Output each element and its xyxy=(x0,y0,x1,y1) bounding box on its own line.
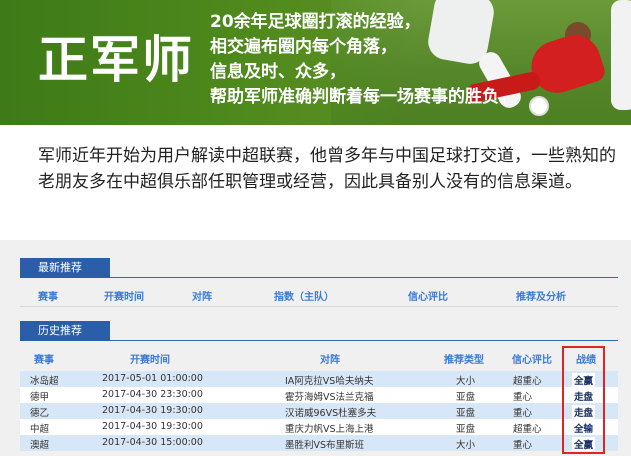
cell-type: 亚盘 xyxy=(456,408,476,419)
col-league: 赛事 xyxy=(34,355,54,366)
banner-tagline: 20余年足球圈打滚的经验， 相交遍布圈内每个角落， 信息及时、众多， 帮助军师准… xyxy=(210,10,516,110)
latest-table-header: 赛事 开赛时间 对阵 指数（主队） 信心评比 推荐及分析 xyxy=(20,284,618,304)
col-time: 开赛时间 xyxy=(104,292,144,303)
cell-confidence: 超重心 xyxy=(513,376,542,387)
cell-type: 亚盘 xyxy=(456,392,476,403)
cell-match[interactable]: IA阿克拉VS哈夫纳夫 xyxy=(285,373,373,387)
cell-time: 2017-04-30 19:30:00 xyxy=(102,405,203,416)
col-confidence: 信心评比 xyxy=(408,292,448,303)
cell-confidence: 超重心 xyxy=(513,424,542,435)
intro-panel: 军师近年开始为用户解读中超联赛，他曾多年与中国足球打交道，一些熟知的老朋友多在中… xyxy=(0,125,631,240)
col-time: 开赛时间 xyxy=(130,355,170,366)
cell-league: 冰岛超 xyxy=(30,376,59,387)
col-index: 指数（主队） xyxy=(274,292,334,303)
cell-time: 2017-04-30 19:30:00 xyxy=(102,421,203,432)
cell-match[interactable]: 墨胜利VS布里斯班 xyxy=(285,437,364,451)
cell-confidence: 重心 xyxy=(513,408,533,419)
col-analysis: 推荐及分析 xyxy=(516,292,566,303)
result-highlight-box xyxy=(562,346,605,454)
tab-history[interactable]: 历史推荐 xyxy=(20,321,110,341)
cell-time: 2017-04-30 15:00:00 xyxy=(102,437,203,448)
cell-match[interactable]: 重庆力帆VS上海上港 xyxy=(285,421,374,435)
tagline-line: 帮助军师准确判断着每一场赛事的胜负。 xyxy=(210,87,516,107)
cell-match[interactable]: 汉诺威96VS杜塞多夫 xyxy=(285,405,376,419)
history-section-header: 历史推荐 xyxy=(20,321,618,341)
cell-match[interactable]: 霍芬海姆VS法兰克福 xyxy=(285,389,374,403)
col-confidence: 信心评比 xyxy=(512,355,552,366)
tab-latest[interactable]: 最新推荐 xyxy=(20,258,110,278)
cell-league: 德乙 xyxy=(30,408,50,419)
cell-type: 亚盘 xyxy=(456,424,476,435)
table-row[interactable]: 德乙 2017-04-30 19:30:00 汉诺威96VS杜塞多夫 亚盘 重心… xyxy=(20,403,618,419)
intro-text: 军师近年开始为用户解读中超联赛，他曾多年与中国足球打交道，一些熟知的老朋友多在中… xyxy=(38,146,616,192)
col-match: 对阵 xyxy=(192,292,212,303)
cell-type: 大小 xyxy=(456,440,476,451)
cell-confidence: 重心 xyxy=(513,392,533,403)
cell-league: 中超 xyxy=(30,424,50,435)
tagline-line: 20余年足球圈打滚的经验， xyxy=(210,12,421,32)
player-red-figure xyxy=(524,28,608,100)
player-right-figure xyxy=(611,0,631,110)
banner-title: 正军师 xyxy=(38,31,194,89)
table-row[interactable]: 中超 2017-04-30 19:30:00 重庆力帆VS上海上港 亚盘 超重心… xyxy=(20,419,618,435)
table-row[interactable]: 冰岛超 2017-05-01 01:00:00 IA阿克拉VS哈夫纳夫 大小 超… xyxy=(20,371,618,387)
table-row[interactable]: 德甲 2017-04-30 23:30:00 霍芬海姆VS法兰克福 亚盘 重心 … xyxy=(20,387,618,403)
col-type: 推荐类型 xyxy=(444,355,484,366)
latest-section-header: 最新推荐 xyxy=(20,258,618,278)
table-row[interactable]: 澳超 2017-04-30 15:00:00 墨胜利VS布里斯班 大小 重心 全… xyxy=(20,435,618,451)
history-table-header: 赛事 开赛时间 对阵 推荐类型 信心评比 战绩 xyxy=(20,348,618,368)
cell-time: 2017-05-01 01:00:00 xyxy=(102,373,203,384)
tagline-line: 信息及时、众多， xyxy=(210,62,346,82)
tagline-line: 相交遍布圈内每个角落， xyxy=(210,37,397,57)
ball-icon xyxy=(529,96,549,116)
divider xyxy=(20,306,618,307)
col-match: 对阵 xyxy=(320,355,340,366)
cell-league: 德甲 xyxy=(30,392,50,403)
cell-time: 2017-04-30 23:30:00 xyxy=(102,389,203,400)
cell-league: 澳超 xyxy=(30,440,50,451)
cell-confidence: 重心 xyxy=(513,440,533,451)
col-league: 赛事 xyxy=(38,292,58,303)
hero-banner: 正军师 20余年足球圈打滚的经验， 相交遍布圈内每个角落， 信息及时、众多， 帮… xyxy=(0,0,631,125)
cell-type: 大小 xyxy=(456,376,476,387)
